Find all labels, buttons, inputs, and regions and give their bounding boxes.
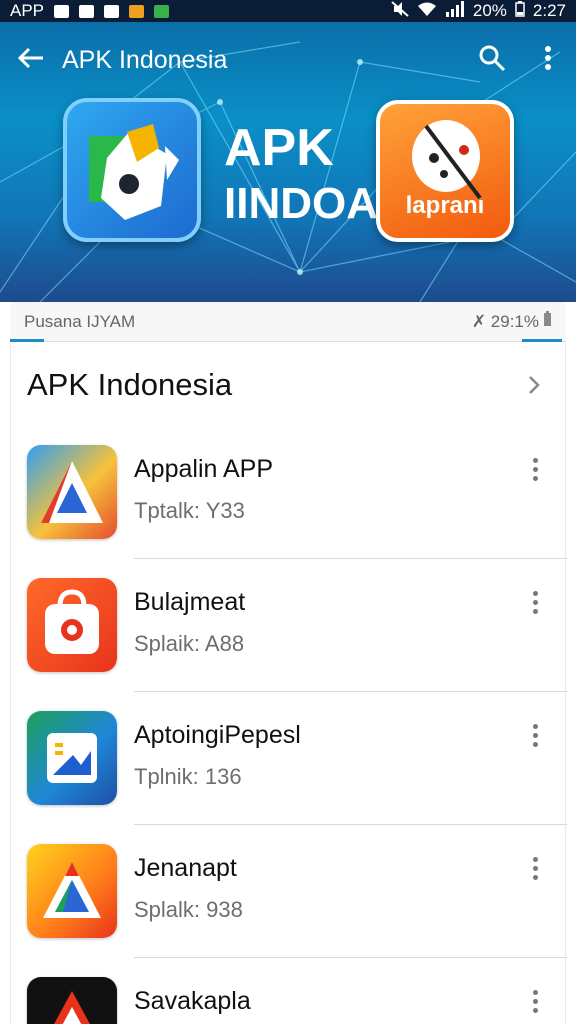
wifi-icon xyxy=(417,1,437,22)
battery-icon xyxy=(515,0,525,22)
mute-icon xyxy=(391,0,409,22)
list-item[interactable]: Jenanapt Splalk: 938 xyxy=(11,826,567,958)
app-name: AptoingiPepesl xyxy=(134,721,301,749)
divider xyxy=(134,957,567,958)
more-vertical-icon xyxy=(532,457,538,481)
more-vertical-icon xyxy=(544,45,552,76)
app-list-card: APK Indonesia Appalin APP Tptalk: Y33 Bu… xyxy=(10,343,567,1024)
app-subtitle: Tptalk: Y33 xyxy=(134,498,245,523)
hero-app-icon-right: lapranı xyxy=(376,100,514,242)
hero-banner: APK Indonesia APK IINDOA lapranı xyxy=(0,22,576,302)
app-bar: APK Indonesia xyxy=(0,22,576,98)
item-menu-button[interactable] xyxy=(513,713,557,757)
app-subtitle: Tplnik: 136 xyxy=(134,764,242,789)
section-title: APK Indonesia xyxy=(27,367,233,402)
more-vertical-icon xyxy=(532,590,538,614)
hero-brand-line1: APK xyxy=(224,119,334,177)
search-icon xyxy=(478,44,506,77)
hero-brand-line2: IINDOA xyxy=(224,179,378,228)
list-item[interactable]: Bulajmeat Splaik: A88 xyxy=(11,560,567,692)
shop-icon xyxy=(129,4,145,18)
info-strip: Pusana IJYAM ✗ 29:1% xyxy=(10,302,566,342)
app-subtitle: Splaik: A88 xyxy=(134,631,245,656)
page-title: APK Indonesia xyxy=(62,45,228,74)
app-name: Jenanapt xyxy=(134,854,237,882)
app-icon-appalin xyxy=(27,445,117,539)
app-name: Bulajmeat xyxy=(134,588,246,616)
tab-indicator-left xyxy=(10,339,44,342)
strip-left-text: Pusana IJYAM xyxy=(24,311,136,331)
app-name: Appalin APP xyxy=(134,455,273,483)
overflow-menu-button[interactable] xyxy=(520,22,576,98)
more-vertical-icon xyxy=(532,856,538,880)
item-menu-button[interactable] xyxy=(513,447,557,491)
arrow-left-icon xyxy=(17,46,45,75)
chevron-right-icon xyxy=(519,370,549,400)
search-button[interactable] xyxy=(464,22,520,98)
app-icon-savakapla xyxy=(27,977,117,1024)
tab-indicator-right xyxy=(522,339,562,342)
app-icon-jenanapt xyxy=(27,844,117,938)
divider xyxy=(134,558,567,559)
list-item[interactable]: Savakapla xyxy=(11,959,567,1024)
leaf-icon xyxy=(154,4,170,18)
app-name: Savakapla xyxy=(134,987,251,1015)
more-vertical-icon xyxy=(532,989,538,1013)
battery-percent: 20% xyxy=(472,1,507,20)
clock: 2:27 xyxy=(532,1,566,20)
strip-right-text: ✗ 29:1% xyxy=(472,311,552,332)
calendar-icon xyxy=(79,4,95,18)
item-menu-button[interactable] xyxy=(513,979,557,1023)
list-item[interactable]: Appalin APP Tptalk: Y33 xyxy=(11,427,567,559)
more-vertical-icon xyxy=(532,723,538,747)
hero-brand-text: APK IINDOA xyxy=(224,122,378,226)
message-icon xyxy=(54,4,70,18)
item-menu-button[interactable] xyxy=(513,580,557,624)
section-header[interactable]: APK Indonesia xyxy=(11,343,565,427)
battery-icon xyxy=(543,311,552,332)
signal-icon xyxy=(445,0,465,22)
app-icon-aptoingi xyxy=(27,711,117,805)
carrier-label: APP xyxy=(10,1,45,20)
divider xyxy=(134,691,567,692)
chat-icon xyxy=(104,4,120,18)
app-subtitle: Splalk: 938 xyxy=(134,897,243,922)
divider xyxy=(134,824,567,825)
hero-right-icon-label: lapranı xyxy=(405,192,485,219)
list-item[interactable]: AptoingiPepesl Tplnik: 136 xyxy=(11,693,567,825)
status-bar: APP 20% 2:27 xyxy=(0,0,576,22)
hero-app-icon-left xyxy=(63,98,201,242)
item-menu-button[interactable] xyxy=(513,846,557,890)
app-icon-bulajmeat xyxy=(27,578,117,672)
back-button[interactable] xyxy=(0,22,62,98)
